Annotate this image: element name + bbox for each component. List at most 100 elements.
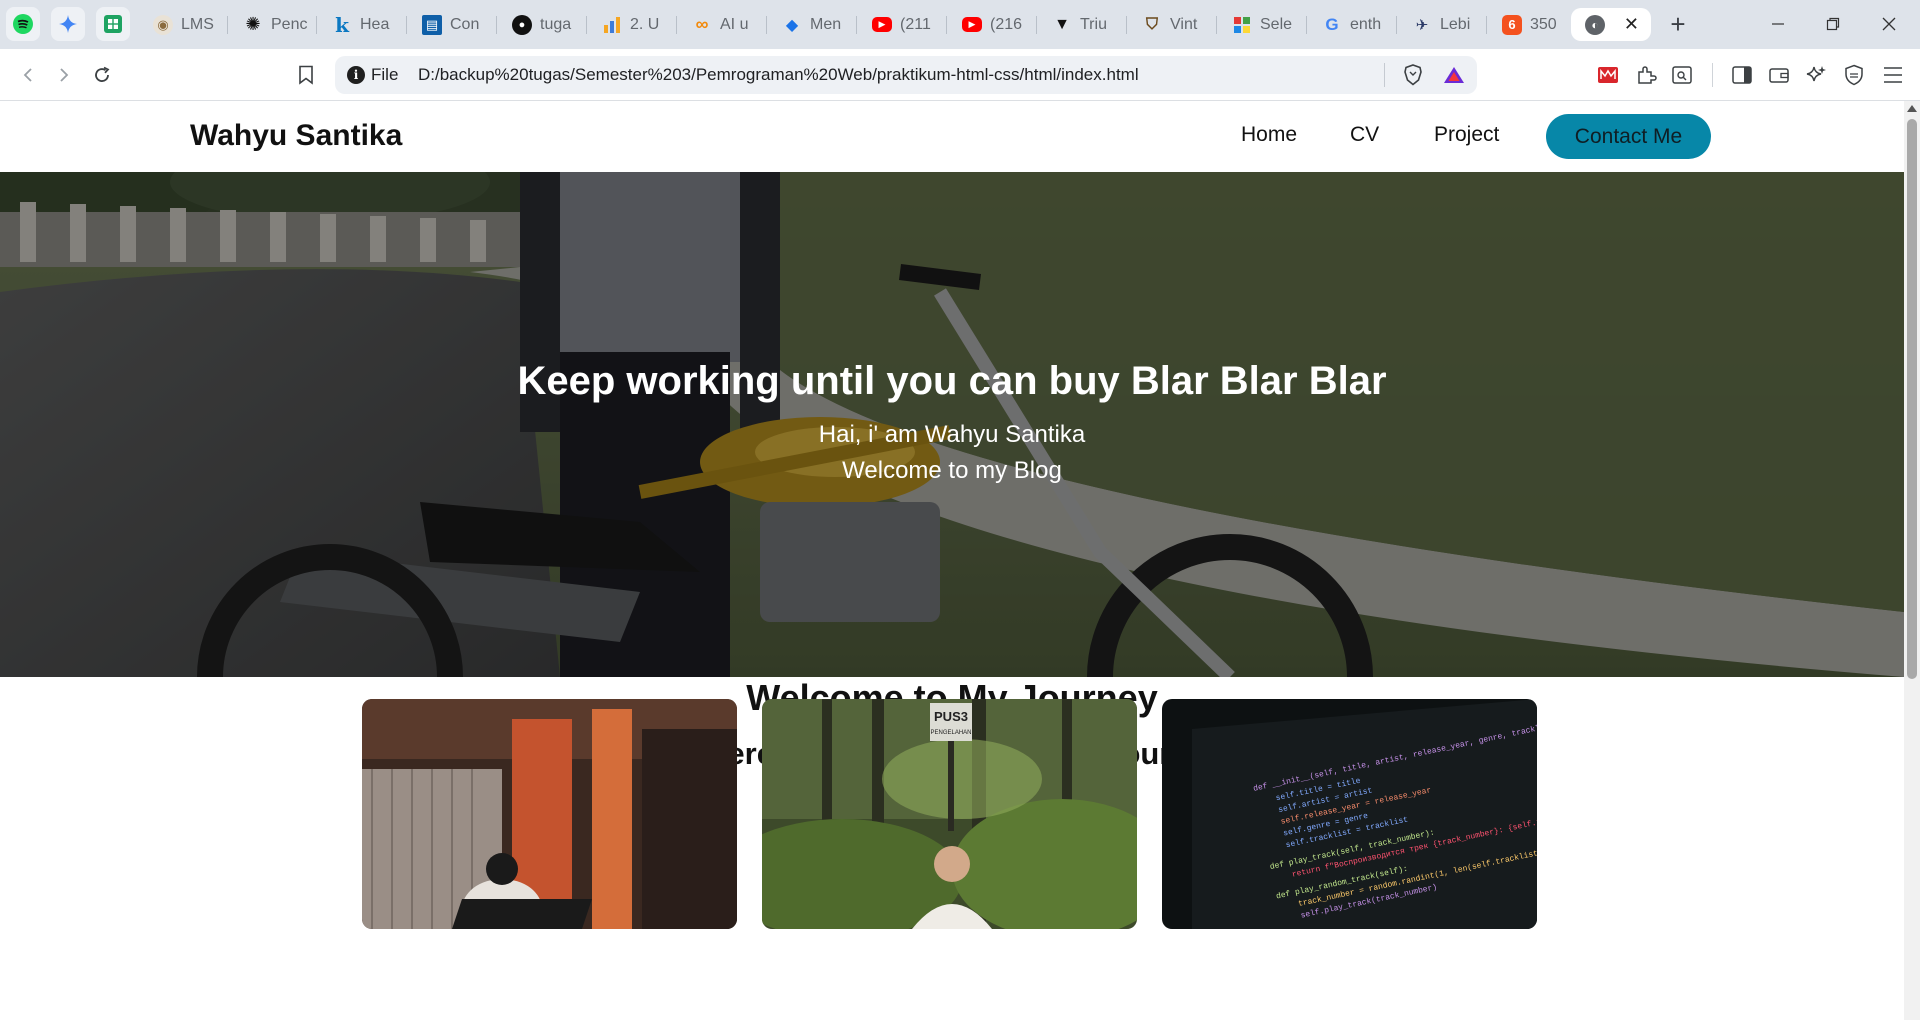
lms-icon: ◉ (153, 14, 173, 35)
journey-card-street[interactable] (362, 699, 737, 929)
pinned-tab-sheets[interactable] (96, 7, 130, 41)
tab-divider (856, 16, 857, 34)
google-icon: G (1325, 14, 1339, 34)
leo-ai-icon[interactable] (1803, 62, 1829, 88)
openai-icon: ✺ (245, 14, 261, 34)
reload-button[interactable] (89, 62, 115, 88)
youtube-icon: ▶ (962, 17, 982, 32)
wallet-icon[interactable] (1766, 62, 1792, 88)
card-photo-forest: PUS3 PENGELAHAN (762, 699, 1137, 929)
hero-banner: Keep working until you can buy Blar Blar… (0, 172, 1904, 677)
url-text[interactable]: D:/backup%20tugas/Semester%203/Pemrogram… (418, 65, 1139, 85)
reload-icon (95, 66, 110, 82)
forward-button[interactable] (51, 62, 77, 88)
browser-tab[interactable]: ● tuga (502, 8, 577, 41)
restore-button[interactable] (1813, 8, 1853, 40)
brave-rewards-icon[interactable] (1442, 63, 1466, 87)
tab-divider (766, 16, 767, 34)
brave-shields-icon[interactable] (1401, 63, 1425, 87)
pinned-tab-spotify[interactable] (6, 7, 40, 41)
close-tab-icon[interactable]: ✕ (1624, 14, 1639, 35)
triumph-icon: ▼ (1054, 15, 1070, 33)
puzzle-icon (1232, 15, 1252, 35)
tab-divider (496, 16, 497, 34)
bookmark-button[interactable] (293, 62, 319, 88)
browser-tab[interactable]: ⛉ Vint (1132, 8, 1207, 41)
browser-tab[interactable]: 2. U (592, 8, 667, 41)
page-viewport: Wahyu Santika Home CV Project Contact Me (0, 101, 1904, 1020)
address-bar[interactable]: i File D:/backup%20tugas/Semester%203/Pe… (335, 56, 1477, 94)
tab-divider (1486, 16, 1487, 34)
browser-tab[interactable]: G enth (1312, 8, 1387, 41)
hero-welcome: Welcome to my Blog (842, 457, 1062, 484)
vpn-icon[interactable] (1841, 62, 1867, 88)
reader-mode-icon[interactable] (1669, 62, 1695, 88)
minimize-button[interactable] (1758, 8, 1798, 40)
info-icon[interactable]: i (347, 66, 365, 84)
browser-tab-active[interactable]: ◐ ✕ (1571, 8, 1651, 41)
six-icon: 6 (1502, 14, 1522, 35)
bird-icon: ✈ (1415, 16, 1429, 34)
back-arrow-icon (23, 68, 32, 82)
browser-tab[interactable]: ✺ Penc (233, 8, 308, 41)
extension-mega-icon[interactable] (1595, 62, 1621, 88)
nav-link-project[interactable]: Project (1434, 123, 1499, 147)
browser-tab[interactable]: k Hea (322, 8, 397, 41)
browser-tab[interactable]: ▶ (211 (862, 8, 937, 41)
sheets-icon (104, 15, 122, 33)
tab-divider (1126, 16, 1127, 34)
restore-icon (1826, 17, 1840, 31)
browser-tab[interactable]: ◉ LMS (143, 8, 218, 41)
tab-divider (676, 16, 677, 34)
tab-divider (406, 16, 407, 34)
forward-arrow-icon (60, 68, 69, 82)
close-icon (1882, 17, 1896, 31)
contact-me-button[interactable]: Contact Me (1546, 114, 1711, 159)
document-icon: ▤ (422, 14, 442, 35)
nav-link-home[interactable]: Home (1241, 123, 1297, 147)
journey-card-forest[interactable]: PUS3 PENGELAHAN (762, 699, 1137, 929)
sign-label: PUS3 (934, 709, 968, 724)
pinned-tab-gemini[interactable] (51, 7, 85, 41)
extensions-puzzle-icon[interactable] (1633, 62, 1659, 88)
shield-icon: ⛉ (1145, 15, 1158, 33)
site-brand[interactable]: Wahyu Santika (190, 119, 402, 153)
tab-divider (1036, 16, 1037, 34)
spotify-icon (13, 14, 33, 34)
nav-link-cv[interactable]: CV (1350, 123, 1379, 147)
page-scrollbar[interactable] (1904, 101, 1920, 1020)
globe-icon: ◐ (1585, 14, 1605, 35)
browser-tab[interactable]: ◆ Men (772, 8, 847, 41)
card-photo-code: def __init__(self, title, artist, releas… (1162, 699, 1537, 929)
sidebar-toggle-icon[interactable] (1729, 62, 1755, 88)
browser-tab[interactable]: ▤ Con (412, 8, 487, 41)
tab-divider (946, 16, 947, 34)
tab-divider (1396, 16, 1397, 34)
bookmark-icon (299, 65, 313, 85)
site-navbar: Wahyu Santika Home CV Project Contact Me (0, 101, 1904, 172)
browser-tab[interactable]: ∞ AI u (682, 8, 757, 41)
browser-tab[interactable]: ▼ Triu (1042, 8, 1117, 41)
tab-divider (586, 16, 587, 34)
menu-icon[interactable] (1880, 62, 1906, 88)
new-tab-button[interactable]: + (1663, 9, 1693, 39)
gemini-icon (59, 15, 77, 33)
tab-divider (1306, 16, 1307, 34)
browser-tab[interactable]: ✈ Lebi (1402, 8, 1477, 41)
browser-toolbar: i File D:/backup%20tugas/Semester%203/Pe… (0, 49, 1920, 101)
browser-tab[interactable]: ▶ (216 (952, 8, 1027, 41)
card-photo-street (362, 699, 737, 929)
close-window-button[interactable] (1869, 8, 1909, 40)
tab-divider (316, 16, 317, 34)
youtube-icon: ▶ (872, 17, 892, 32)
hero-greeting: Hai, i' am Wahyu Santika (818, 421, 1086, 448)
browser-tab-bar: ◉ LMS ✺ Penc k Hea ▤ Con ● tuga 2. U ∞ A… (0, 0, 1920, 49)
browser-tab[interactable]: 6 350 (1492, 8, 1557, 41)
github-icon: ● (512, 14, 532, 35)
scroll-up-arrow-icon[interactable] (1907, 105, 1917, 112)
scrollbar-thumb[interactable] (1907, 119, 1917, 679)
back-button[interactable] (15, 62, 41, 88)
sign-sublabel: PENGELAHAN (930, 730, 971, 736)
journey-card-code[interactable]: def __init__(self, title, artist, releas… (1162, 699, 1537, 929)
browser-tab[interactable]: Sele (1222, 8, 1297, 41)
